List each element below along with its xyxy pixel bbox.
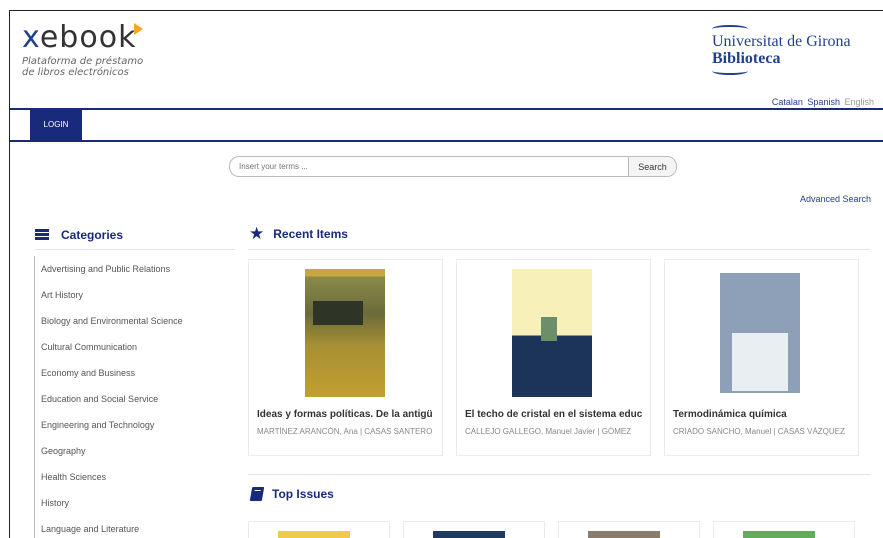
recent-item-card[interactable]: Termodinámica química CRIADO SANCHO, Man… bbox=[664, 259, 859, 456]
advanced-search-link[interactable]: Advanced Search bbox=[800, 194, 871, 204]
category-item[interactable]: History bbox=[35, 490, 234, 516]
book-title[interactable]: Termodinámica química bbox=[673, 409, 855, 420]
logo-subtitle-2: de libros electrónicos bbox=[22, 67, 129, 78]
lang-spanish[interactable]: Spanish bbox=[807, 97, 840, 107]
book-authors: CALLEJO GALLEGO, Manuel Javier | GÓMEZ bbox=[465, 427, 632, 436]
search-bar: Search bbox=[229, 156, 677, 177]
recent-item-card[interactable]: Ideas y formas políticas. De la antigü M… bbox=[248, 259, 443, 456]
main-navbar: LOGIN bbox=[10, 108, 883, 142]
book-cover bbox=[305, 269, 385, 397]
site-header: xebook Plataforma de préstamo de libros … bbox=[10, 11, 883, 108]
book-title[interactable]: Ideas y formas políticas. De la antigü bbox=[257, 409, 439, 420]
star-icon: ★ bbox=[249, 224, 265, 243]
book-title[interactable]: El techo de cristal en el sistema educ bbox=[465, 409, 647, 420]
category-list: Advertising and Public Relations Art His… bbox=[34, 256, 234, 538]
category-item[interactable]: Art History bbox=[35, 282, 234, 308]
book-cover bbox=[512, 269, 592, 397]
category-item[interactable]: Education and Social Service bbox=[35, 386, 234, 412]
lang-english[interactable]: English bbox=[844, 97, 874, 107]
book-authors: MARTÍNEZ ARANCÓN, Ana | CASAS SANTERO bbox=[257, 427, 433, 436]
category-item[interactable]: Advertising and Public Relations bbox=[35, 256, 234, 282]
login-button[interactable]: LOGIN bbox=[30, 110, 82, 140]
top-issue-card[interactable] bbox=[403, 521, 545, 538]
categories-header: Categories bbox=[35, 228, 123, 242]
arc-icon bbox=[712, 67, 748, 75]
flag-icon bbox=[134, 23, 144, 35]
divider bbox=[248, 474, 870, 475]
institution-name: Universitat de Girona bbox=[712, 33, 851, 50]
category-item[interactable]: Engineering and Technology bbox=[35, 412, 234, 438]
page-frame: xebook Plataforma de préstamo de libros … bbox=[9, 10, 883, 538]
category-item[interactable]: Biology and Environmental Science bbox=[35, 308, 234, 334]
book-cover bbox=[720, 269, 802, 399]
lang-catalan[interactable]: Catalan bbox=[772, 97, 803, 107]
book-cover bbox=[278, 531, 350, 538]
top-issue-card[interactable] bbox=[558, 521, 700, 538]
arc-icon bbox=[712, 25, 748, 33]
top-issues-header: Top Issues bbox=[249, 487, 334, 501]
top-issues-title: Top Issues bbox=[272, 487, 334, 501]
divider bbox=[35, 249, 235, 250]
recent-item-card[interactable]: El techo de cristal en el sistema educ C… bbox=[456, 259, 651, 456]
search-button[interactable]: Search bbox=[628, 157, 676, 176]
institution-unit: Biblioteca bbox=[712, 50, 781, 67]
book-icon bbox=[249, 487, 265, 501]
recent-items-header: ★ Recent Items bbox=[249, 225, 348, 242]
list-icon bbox=[35, 229, 49, 241]
logo-wordmark: xebook bbox=[22, 23, 145, 53]
book-cover bbox=[588, 531, 660, 538]
logo-subtitle-1: Plataforma de préstamo bbox=[22, 56, 144, 67]
book-cover bbox=[743, 531, 815, 538]
book-cover bbox=[433, 531, 505, 538]
book-authors: CRIADO SANCHO, Manuel | CASAS VÁZQUEZ bbox=[673, 427, 845, 436]
recent-items-title: Recent Items bbox=[273, 226, 348, 241]
category-item[interactable]: Health Sciences bbox=[35, 464, 234, 490]
top-issue-card[interactable] bbox=[713, 521, 855, 538]
language-switcher: Catalan Spanish English bbox=[770, 97, 874, 107]
top-issue-card[interactable] bbox=[248, 521, 390, 538]
category-item[interactable]: Geography bbox=[35, 438, 234, 464]
category-item[interactable]: Economy and Business bbox=[35, 360, 234, 386]
university-logo[interactable]: Universitat de Girona Biblioteca bbox=[712, 25, 851, 75]
categories-title: Categories bbox=[61, 228, 124, 242]
search-input[interactable] bbox=[230, 157, 628, 176]
category-item[interactable]: Language and Literature bbox=[35, 516, 234, 538]
xebook-logo[interactable]: xebook Plataforma de préstamo de libros … bbox=[22, 23, 145, 78]
divider bbox=[248, 249, 870, 250]
category-item[interactable]: Cultural Communication bbox=[35, 334, 234, 360]
